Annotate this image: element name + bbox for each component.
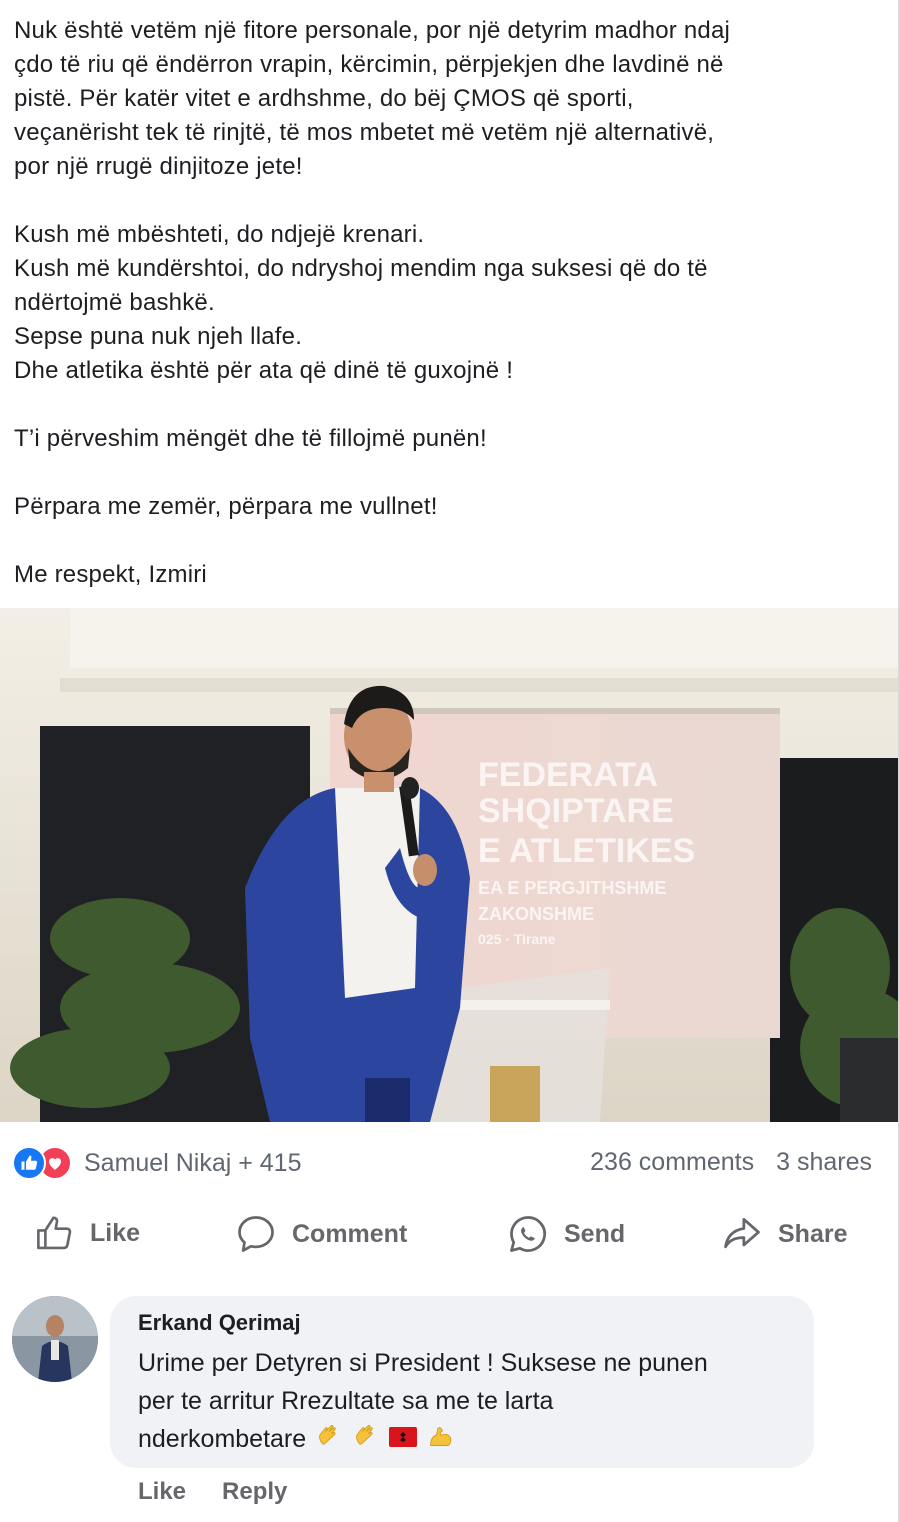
screen-text-line: EA E PERGJITHSHME [478, 878, 666, 898]
thumbs-up-icon [37, 1216, 72, 1250]
post-line: T’i përveshim mëngët dhe të fillojmë pun… [14, 425, 487, 452]
comments-count[interactable]: 236 comments [590, 1148, 754, 1177]
comment-line-with-emojis: nderkombetare [138, 1420, 798, 1460]
albania-flag-icon [389, 1421, 418, 1459]
clapping-hands-icon [352, 1421, 380, 1460]
post-paragraph: Me respekt, Izmiri [14, 558, 884, 592]
comment-line: nderkombetare [138, 1425, 307, 1453]
share-arrow-icon [724, 1217, 760, 1249]
avatar-image [12, 1296, 98, 1382]
post-line: Sepse puna nuk njeh llafe. [14, 323, 303, 350]
comment-bubble: Erkand Qerimaj Urime per Detyren si Pres… [110, 1296, 814, 1468]
comment-reply-link[interactable]: Reply [222, 1478, 287, 1506]
comment-button[interactable]: Comment [234, 1212, 407, 1256]
speaker-photo: FEDERATA SHQIPTARE E ATLETIKES EA E PERG… [0, 608, 898, 1122]
post-paragraph: T’i përveshim mëngët dhe të fillojmë pun… [14, 422, 884, 456]
post-card: Nuk është vetëm një fitore personale, po… [0, 0, 900, 1522]
post-line: Nuk është vetëm një fitore personale, po… [14, 17, 731, 44]
screen-text-line: E ATLETIKES [478, 832, 695, 870]
post-paragraph: Kush më mbështeti, do ndjejë krenari. Ku… [14, 218, 884, 388]
comment-text: Urime per Detyren si President ! Suksese… [138, 1344, 798, 1460]
post-action-bar: Like Comment Send Share [0, 1206, 898, 1266]
post-line: Kush më kundërshtoi, do ndryshoj mendim … [14, 255, 708, 282]
commenter-avatar[interactable] [12, 1296, 98, 1382]
post-line: por një rrugë dinjitoze jete! [14, 153, 303, 180]
comment-label: Comment [292, 1219, 408, 1248]
shares-count[interactable]: 3 shares [776, 1148, 872, 1177]
post-text: Nuk është vetëm një fitore personale, po… [14, 14, 884, 592]
screen-text-line: ZAKONSHME [478, 904, 594, 924]
comment-line: per te arritur Rrezultate sa me te larta [138, 1387, 554, 1415]
reactions-stats-bar: Samuel Nikaj + 415 236 comments 3 shares [0, 1140, 898, 1186]
like-button[interactable]: Like [34, 1212, 140, 1254]
post-line: Dhe atletika është për ata që dinë të gu… [14, 357, 514, 384]
reactors-text: Samuel Nikaj + 415 [84, 1148, 302, 1177]
like-label: Like [90, 1218, 141, 1247]
screen-text-line: 025 · Tirane [478, 931, 556, 947]
whatsapp-icon [510, 1216, 547, 1252]
comment-actions: Like Reply [138, 1478, 287, 1506]
like-reaction-icon [12, 1146, 46, 1180]
share-button[interactable]: Share [720, 1212, 847, 1256]
comment-bubble-icon [238, 1216, 274, 1252]
post-line: ndërtojmë bashkë. [14, 289, 215, 316]
screen-text-line: SHQIPTARE [478, 792, 674, 830]
clapping-hands-icon [315, 1421, 343, 1460]
flexed-biceps-icon [426, 1421, 454, 1460]
comment-line: Urime per Detyren si President ! Suksese… [138, 1349, 708, 1377]
post-line: Përpara me zemër, përpara me vullnet! [14, 493, 438, 520]
post-line: çdo të riu që ëndërron vrapin, kërcimin,… [14, 51, 724, 78]
post-line: Me respekt, Izmiri [14, 561, 207, 588]
post-paragraph: Nuk është vetëm një fitore personale, po… [14, 14, 884, 184]
post-photo[interactable]: FEDERATA SHQIPTARE E ATLETIKES EA E PERG… [0, 608, 898, 1122]
post-line: Kush më mbështeti, do ndjejë krenari. [14, 221, 425, 248]
send-button[interactable]: Send [506, 1212, 625, 1256]
screen-text-line: FEDERATA [478, 756, 658, 794]
post-paragraph: Përpara me zemër, përpara me vullnet! [14, 490, 884, 524]
share-label: Share [778, 1219, 848, 1248]
reactions-summary[interactable]: Samuel Nikaj + 415 [12, 1146, 301, 1180]
comment-like-link[interactable]: Like [138, 1478, 186, 1506]
engagement-counts: 236 comments 3 shares [590, 1148, 872, 1177]
send-label: Send [564, 1219, 626, 1248]
comment-author[interactable]: Erkand Qerimaj [138, 1310, 301, 1336]
post-line: pistë. Për katër vitet e ardhshme, do bë… [14, 85, 634, 112]
post-line: veçanërisht tek të rinjtë, të mos mbetet… [14, 119, 715, 146]
